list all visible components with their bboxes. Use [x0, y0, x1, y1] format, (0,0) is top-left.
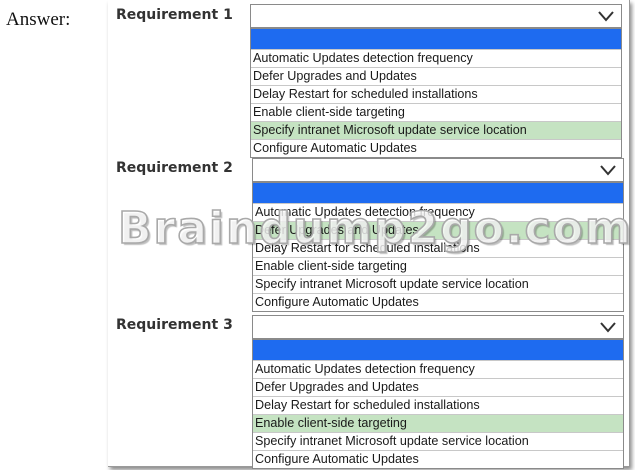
requirement-3-option[interactable]: Automatic Updates detection frequency — [253, 360, 623, 378]
requirement-2-options-list: Automatic Updates detection frequency De… — [252, 182, 624, 312]
requirement-3-options-list: Automatic Updates detection frequency De… — [252, 339, 624, 469]
requirement-3-option-selected[interactable]: Enable client-side targeting — [253, 414, 623, 432]
requirement-2-option[interactable]: Automatic Updates detection frequency — [253, 203, 623, 221]
requirement-2-option[interactable]: Delay Restart for scheduled installation… — [253, 239, 623, 257]
requirement-2-label: Requirement 2 — [116, 160, 233, 176]
requirement-3-option[interactable]: Delay Restart for scheduled installation… — [253, 396, 623, 414]
requirement-3-option[interactable]: Defer Upgrades and Updates — [253, 378, 623, 396]
requirement-1-dropdown[interactable] — [250, 4, 622, 28]
chevron-down-icon — [600, 322, 616, 333]
answer-label: Answer: — [6, 9, 71, 30]
list-highlight-header — [253, 340, 623, 360]
answer-panel: Requirement 1 Automatic Updates detectio… — [108, 0, 630, 469]
requirement-1-option[interactable]: Automatic Updates detection frequency — [251, 49, 621, 67]
requirement-3-dropdown[interactable] — [252, 315, 624, 339]
requirement-1-option[interactable]: Defer Upgrades and Updates — [251, 67, 621, 85]
chevron-down-icon — [600, 165, 616, 176]
requirement-2-option[interactable]: Configure Automatic Updates — [253, 293, 623, 311]
list-highlight-header — [253, 183, 623, 203]
requirement-1-option[interactable]: Enable client-side targeting — [251, 103, 621, 121]
requirement-2-option[interactable]: Specify intranet Microsoft update servic… — [253, 275, 623, 293]
requirement-2-option[interactable]: Enable client-side targeting — [253, 257, 623, 275]
requirement-3-option[interactable]: Configure Automatic Updates — [253, 450, 623, 468]
requirement-2-option-selected[interactable]: Defer Upgrades and Updates — [253, 221, 623, 239]
requirement-3-option[interactable]: Specify intranet Microsoft update servic… — [253, 432, 623, 450]
requirement-1-option-selected[interactable]: Specify intranet Microsoft update servic… — [251, 121, 621, 139]
requirement-1-option[interactable]: Configure Automatic Updates — [251, 139, 621, 157]
chevron-down-icon — [598, 11, 614, 22]
requirement-1-label: Requirement 1 — [116, 7, 233, 23]
requirement-1-option[interactable]: Delay Restart for scheduled installation… — [251, 85, 621, 103]
requirement-1-options-list: Automatic Updates detection frequency De… — [250, 28, 622, 158]
list-highlight-header — [251, 29, 621, 49]
requirement-3-label: Requirement 3 — [116, 317, 233, 333]
requirement-2-dropdown[interactable] — [252, 158, 624, 182]
